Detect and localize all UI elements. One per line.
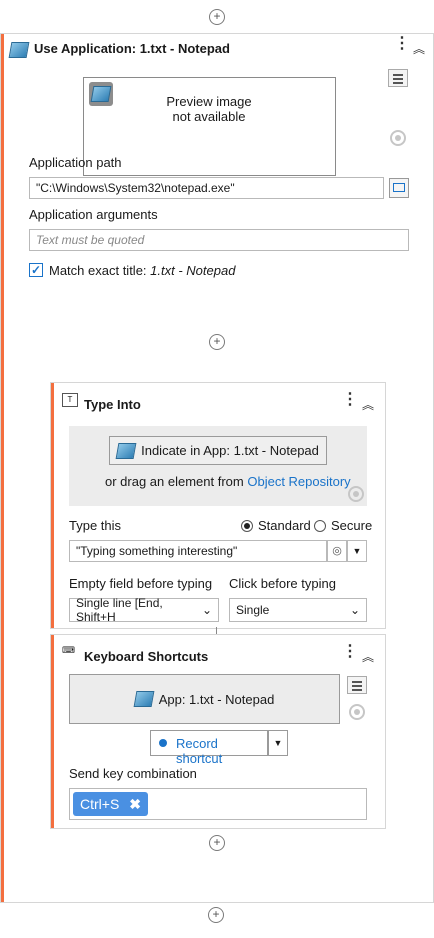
match-exact-title-checkbox[interactable]: ✓ [29, 263, 43, 277]
object-repository-link[interactable]: Object Repository [247, 474, 350, 489]
match-label-text: Match exact title: [49, 263, 151, 278]
standard-label: Standard [258, 518, 311, 533]
empty-field-value: Single line [End, Shift+H [76, 596, 163, 624]
application-path-input[interactable]: "C:\Windows\System32\notepad.exe" [29, 177, 384, 199]
add-activity-icon[interactable]: + [209, 334, 225, 350]
target-icon[interactable] [349, 704, 365, 720]
keyboard-icon: ⌨ [62, 645, 75, 655]
menu-icon[interactable] [388, 69, 408, 87]
secure-label: Secure [331, 518, 373, 533]
record-shortcut-label: Record shortcut [176, 736, 223, 766]
empty-field-label: Empty field before typing [69, 576, 213, 591]
application-arguments-label: Application arguments [29, 207, 158, 222]
notepad-icon [133, 691, 155, 707]
type-into-card: T Type Into ⋮ ︽ Indicate in App: 1.txt -… [50, 382, 386, 629]
record-dot-icon [159, 739, 167, 747]
indicate-button-label: Indicate in App: 1.txt - Notepad [141, 443, 319, 458]
chevron-down-icon: ⌄ [349, 603, 360, 617]
chevron-down-icon: ⌄ [201, 603, 212, 617]
keyboard-shortcuts-title: Keyboard Shortcuts [84, 649, 209, 664]
use-application-title: Use Application: 1.txt - Notepad [34, 41, 230, 56]
collapse-icon[interactable]: ︽ [362, 396, 374, 413]
card-accent [51, 383, 54, 628]
more-options-icon[interactable]: ⋮ [342, 392, 358, 408]
collapse-icon[interactable]: ︽ [413, 40, 425, 57]
card-accent [1, 34, 4, 902]
target-icon[interactable] [390, 130, 406, 146]
application-arguments-input[interactable]: Text must be quoted [29, 229, 409, 251]
app-thumbnail [89, 82, 113, 106]
app-target-button[interactable]: App: 1.txt - Notepad [69, 674, 340, 724]
collapse-icon[interactable]: ︽ [362, 648, 374, 665]
empty-field-select[interactable]: Single line [End, Shift+H ⌄ [69, 596, 219, 624]
indicate-in-app-button[interactable]: Indicate in App: 1.txt - Notepad [109, 436, 327, 465]
remove-key-icon[interactable]: ✖ [129, 796, 141, 812]
key-combination-field[interactable]: Ctrl+S ✖ [69, 788, 367, 820]
card-accent [51, 635, 54, 828]
preview-text: Preview image not available [166, 94, 252, 124]
keyboard-shortcuts-card: ⌨ Keyboard Shortcuts ⋮ ︽ App: 1.txt - No… [50, 634, 386, 829]
type-into-icon: T [62, 393, 78, 407]
notepad-icon [115, 442, 137, 459]
key-chip-label: Ctrl+S [80, 796, 120, 812]
match-exact-title-label: Match exact title: 1.txt - Notepad [49, 263, 235, 278]
click-before-value: Single [236, 603, 270, 617]
use-application-card: Use Application: 1.txt - Notepad ⋮ ︽ Pre… [0, 33, 434, 903]
application-path-label: Application path [29, 155, 122, 170]
notepad-icon [90, 86, 112, 102]
more-options-icon[interactable]: ⋮ [342, 644, 358, 660]
record-shortcut-button[interactable]: Record shortcut [150, 730, 268, 766]
add-activity-icon[interactable]: + [209, 835, 225, 851]
target-area: Indicate in App: 1.txt - Notepad or drag… [69, 426, 367, 506]
match-title-value: 1.txt - Notepad [150, 263, 236, 278]
record-options-dropdown[interactable]: ▼ [268, 730, 288, 756]
type-text-input[interactable]: "Typing something interesting" [69, 540, 327, 562]
drag-hint: or drag an element from Object Repositor… [105, 474, 351, 489]
type-into-title: Type Into [84, 397, 141, 412]
add-activity-bottom-icon[interactable]: + [208, 907, 224, 923]
drag-hint-text: or drag an element from [105, 474, 248, 489]
hide-text-icon[interactable]: ◎ [327, 540, 347, 562]
standard-radio[interactable]: Standard [241, 518, 311, 533]
secure-radio[interactable]: Secure [314, 518, 372, 533]
add-activity-top-icon[interactable]: + [209, 9, 225, 25]
app-target-label: App: 1.txt - Notepad [158, 691, 275, 707]
text-options-dropdown[interactable]: ▼ [347, 540, 367, 562]
browse-button[interactable] [389, 178, 409, 198]
more-options-icon[interactable]: ⋮ [394, 36, 410, 52]
target-icon[interactable] [348, 486, 364, 502]
folder-icon [393, 183, 405, 192]
click-before-label: Click before typing [229, 576, 336, 591]
click-before-select[interactable]: Single ⌄ [229, 598, 367, 622]
send-key-label: Send key combination [69, 766, 197, 781]
menu-icon[interactable] [347, 676, 367, 694]
radio-unselected [314, 520, 326, 532]
type-this-label: Type this [69, 518, 122, 533]
notepad-icon [8, 42, 30, 58]
key-chip: Ctrl+S ✖ [73, 792, 148, 816]
radio-selected [241, 520, 253, 532]
